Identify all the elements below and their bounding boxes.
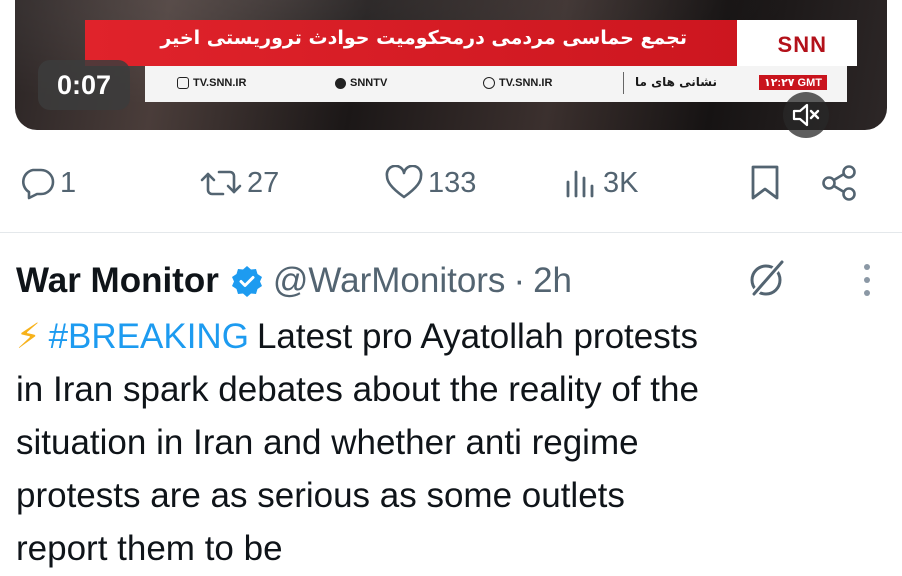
ticker-web: TV.SNN.IR: [483, 77, 552, 89]
news-ticker: TV.SNN.IR SNNTV TV.SNN.IR نشانی های ما ۱…: [145, 66, 847, 102]
news-banner-text: تجمع حماسی مردمی درمحکومیت حوادث تروریست…: [160, 27, 687, 49]
telegram-icon: [335, 77, 346, 89]
repost-button[interactable]: 27: [199, 161, 279, 205]
more-options-icon[interactable]: [861, 260, 873, 309]
verified-badge-icon: [231, 265, 263, 297]
bookmark-button[interactable]: [748, 161, 782, 205]
tweet-header: War Monitor @WarMonitors · 2h: [16, 256, 896, 306]
mute-button[interactable]: [783, 92, 829, 138]
ticker-instagram: TV.SNN.IR: [177, 77, 246, 89]
tweet-age[interactable]: 2h: [533, 261, 572, 301]
hashtag-link[interactable]: #BREAKING: [49, 317, 249, 356]
share-icon: [822, 165, 856, 201]
tweet-text: ⚡ #BREAKING Latest pro Ayatollah protests …: [16, 310, 890, 575]
share-button[interactable]: [820, 161, 860, 205]
channel-logo: SNN: [777, 32, 827, 57]
ticker-web-text: TV.SNN.IR: [499, 77, 553, 89]
views-icon: [566, 170, 594, 198]
reply-button[interactable]: 1: [18, 161, 76, 205]
tweet-video[interactable]: تجمع حماسی مردمی درمحکومیت حوادث تروریست…: [15, 0, 887, 130]
ticker-time: ۱۲:۲۷ GMT: [758, 75, 827, 90]
reply-count: 1: [60, 166, 77, 199]
author-handle[interactable]: @WarMonitors: [273, 261, 506, 301]
view-count: 3K: [603, 166, 639, 199]
instagram-icon: [177, 77, 189, 89]
tweet-action-bar: 1 27 133 3K: [18, 161, 878, 205]
news-banner: تجمع حماسی مردمی درمحکومیت حوادث تروریست…: [85, 20, 847, 66]
ticker-rtl-label: نشانی های ما: [635, 75, 717, 89]
ticker-separator: [623, 72, 624, 94]
like-button[interactable]: 133: [384, 161, 476, 205]
author-name[interactable]: War Monitor: [16, 261, 219, 301]
reply-icon: [22, 168, 55, 200]
header-separator: ·: [513, 261, 526, 300]
like-icon: [385, 165, 423, 199]
speaker-muted-icon: [792, 103, 820, 127]
views-button[interactable]: 3K: [563, 161, 638, 205]
ticker-telegram: SNNTV: [335, 77, 387, 89]
ticker-instagram-text: TV.SNN.IR: [193, 77, 247, 89]
like-count: 133: [428, 166, 477, 199]
repost-count: 27: [247, 166, 280, 199]
repost-icon: [200, 170, 242, 196]
globe-icon: [483, 77, 495, 89]
bookmark-icon: [751, 165, 779, 200]
video-timestamp: 0:07: [38, 60, 130, 110]
lightning-icon: ⚡: [16, 317, 41, 356]
tweet-divider: [0, 232, 902, 233]
ticker-telegram-text: SNNTV: [350, 77, 388, 89]
grok-icon[interactable]: [744, 256, 790, 311]
